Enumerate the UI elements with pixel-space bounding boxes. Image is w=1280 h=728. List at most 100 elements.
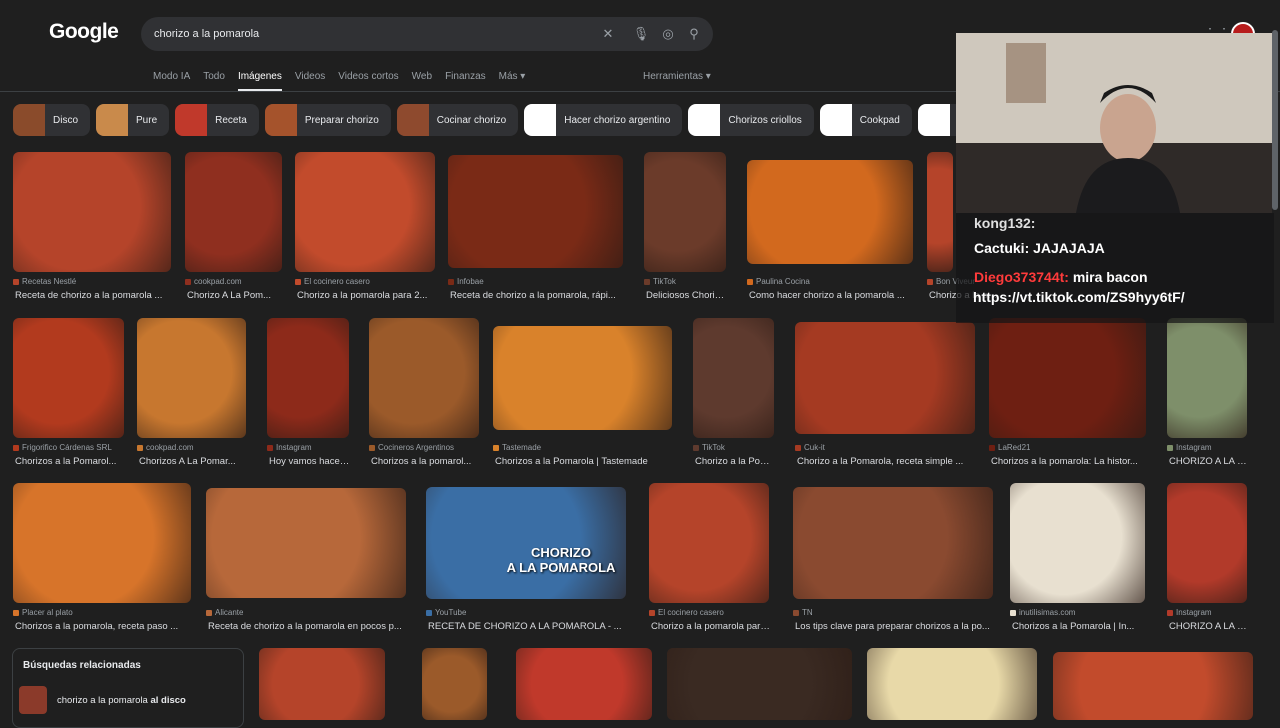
result-thumbnail[interactable] [867,648,1037,720]
result-title[interactable]: Deliciosos Chorizo... [646,290,728,301]
result-source[interactable]: TikTok [693,443,725,452]
result-thumbnail[interactable] [667,648,852,720]
related-heading: Búsquedas relacionadas [23,660,141,671]
result-title[interactable]: CHORIZO A LA P... [1169,621,1249,632]
result-title[interactable]: Receta de chorizo a la pomarola, rápi... [450,290,616,301]
favicon-icon [793,609,799,616]
result-source[interactable]: Alicante [206,608,243,617]
result-source[interactable]: Placer al plato [13,608,73,617]
result-thumbnail[interactable] [295,152,435,272]
result-thumbnail[interactable] [795,322,975,434]
result-title[interactable]: Chorizo a la pomarola para 2... [297,290,427,301]
result-thumbnail[interactable] [259,648,385,720]
result-title[interactable]: Chorizos A La Pomar... [139,456,236,467]
result-title[interactable]: Chorizo A La Pom... [187,290,271,301]
favicon-icon [989,444,995,451]
result-thumbnail[interactable] [1053,652,1253,720]
result-thumbnail[interactable] [13,318,124,438]
result-title[interactable]: Receta de chorizo a la pomarola en pocos… [208,621,402,632]
result-thumbnail[interactable] [693,318,774,438]
result-thumbnail[interactable] [369,318,479,438]
scrollbar[interactable] [1272,30,1278,210]
result-title[interactable]: CHORIZO A LA P... [1169,456,1249,467]
result-source[interactable]: Cocineros Argentinos [369,443,454,452]
result-source[interactable]: Frigorifico Cárdenas SRL [13,443,112,452]
result-title[interactable]: RECETA DE CHORIZO A LA POMAROLA - ... [428,621,622,632]
result-thumbnail[interactable] [649,483,769,603]
related-item-text: chorizo a la pomarola al disco [57,694,186,706]
result-thumbnail[interactable] [422,648,487,720]
result-title[interactable]: Chorizos a la pomarol... [371,456,471,467]
result-thumbnail[interactable] [13,483,191,603]
result-thumbnail[interactable] [927,152,953,272]
result-title[interactable]: Chorizo a la Pomarola, receta simple ... [797,456,963,467]
chat-message: Diego373744t: mira bacon [974,269,1148,285]
streamer-webcam [956,33,1272,213]
result-title[interactable]: Chorizos a la pomarola: La histor... [991,456,1138,467]
chat-message: Cactuki: JAJAJAJA [974,240,1105,256]
result-source[interactable]: El cocinero casero [649,608,724,617]
result-thumbnail[interactable] [793,487,993,599]
favicon-icon [1167,444,1173,451]
video-thumbnail-caption: CHORIZO A LA POMAROLA [506,545,616,575]
result-source[interactable]: Infobae [448,277,484,286]
result-title[interactable]: Hoy vamos hacer ... [269,456,351,467]
result-thumbnail[interactable] [644,152,726,272]
result-title[interactable]: Los tips clave para preparar chorizos a … [795,621,990,632]
result-thumbnail[interactable] [1010,483,1145,603]
result-thumbnail[interactable] [426,487,626,599]
result-thumbnail[interactable] [137,318,246,438]
result-title[interactable]: Receta de chorizo a la pomarola ... [15,290,162,301]
favicon-icon [795,444,801,451]
result-thumbnail[interactable] [13,152,171,272]
result-source[interactable]: Paulina Cocina [747,277,810,286]
result-source[interactable]: Instagram [1167,608,1212,617]
result-source[interactable]: Cuk-it [795,443,825,452]
favicon-icon [644,278,650,285]
result-source[interactable]: Instagram [1167,443,1212,452]
favicon-icon [493,444,499,451]
result-thumbnail[interactable] [989,318,1146,438]
chat-message: https://vt.tiktok.com/ZS9hyy6tF/ [973,289,1185,305]
result-thumbnail[interactable] [267,318,349,438]
favicon-icon [448,278,454,285]
favicon-icon [13,278,19,285]
result-source[interactable]: inutilisimas.com [1010,608,1075,617]
result-thumbnail[interactable] [747,160,913,264]
related-searches: Búsquedas relacionadas chorizo a la poma… [12,648,244,728]
favicon-icon [693,444,699,451]
result-thumbnail[interactable] [1167,483,1247,603]
result-thumbnail[interactable] [516,648,652,720]
favicon-icon [747,278,753,285]
result-title[interactable]: Chorizo a la pomarola para ... [651,621,771,632]
favicon-icon [649,609,655,616]
result-source[interactable]: El cocinero casero [295,277,370,286]
chat-text: JAJAJAJA [1033,240,1105,256]
result-source[interactable]: TikTok [644,277,676,286]
result-title[interactable]: Chorizos a la pomarola, receta paso ... [15,621,178,632]
result-title[interactable]: Chorizos a la Pomarol... [15,456,116,467]
favicon-icon [426,609,432,616]
result-source[interactable]: TN [793,608,813,617]
favicon-icon [13,609,19,616]
result-thumbnail[interactable] [206,488,406,598]
result-title[interactable]: Chorizo a la Poma... [695,456,776,467]
result-source[interactable]: YouTube [426,608,466,617]
result-source[interactable]: Recetas Nestlé [13,277,76,286]
result-thumbnail[interactable] [185,152,282,272]
result-thumbnail[interactable] [1167,318,1247,438]
result-title[interactable]: Chorizos a la Pomarola | In... [1012,621,1134,632]
result-thumbnail[interactable] [448,155,623,268]
result-source[interactable]: Tastemade [493,443,541,452]
result-title[interactable]: Como hacer chorizo a la pomarola ... [749,290,905,301]
favicon-icon [13,444,19,451]
result-source[interactable]: Instagram [267,443,312,452]
result-source[interactable]: cookpad.com [137,443,194,452]
related-item[interactable]: chorizo a la pomarola al disco [19,685,239,715]
chat-username: Diego373744t: [974,269,1073,285]
result-source[interactable]: LaRed21 [989,443,1030,452]
result-thumbnail[interactable] [493,326,672,430]
favicon-icon [295,278,301,285]
result-title[interactable]: Chorizos a la Pomarola | Tastemade [495,456,648,467]
result-source[interactable]: cookpad.com [185,277,242,286]
